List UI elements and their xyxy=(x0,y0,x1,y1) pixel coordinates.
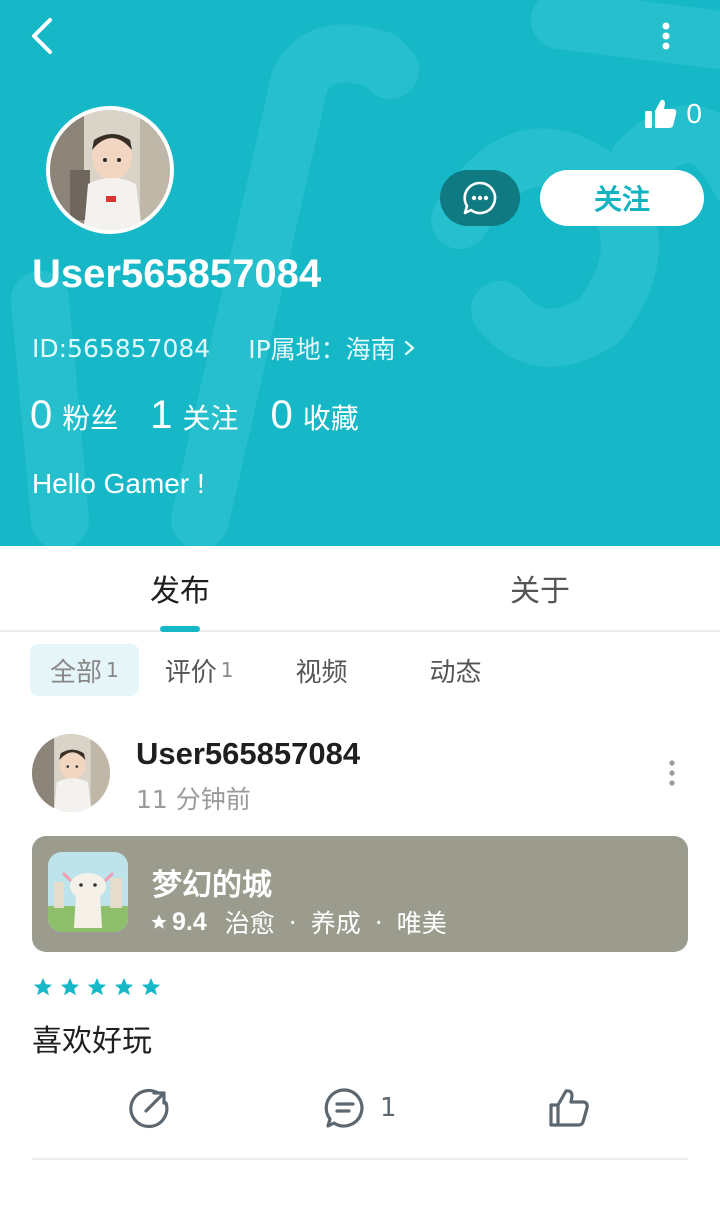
post-more-button[interactable] xyxy=(660,756,684,790)
stat-count: 0 xyxy=(30,393,53,437)
profile-meta: ID:565857084 IP属地： 海南 xyxy=(32,330,418,366)
game-icon xyxy=(48,852,128,932)
more-vertical-icon xyxy=(662,22,670,50)
star-icon xyxy=(114,977,134,996)
game-tag: 治愈 xyxy=(224,909,275,938)
post-avatar[interactable] xyxy=(32,734,110,812)
avatar[interactable] xyxy=(46,106,174,234)
message-button[interactable] xyxy=(440,170,520,226)
like-button[interactable] xyxy=(548,1080,590,1136)
profile-header: 0 关注 User565857084 ID:565857084 IP属地： 海南… xyxy=(0,0,720,546)
more-vertical-icon xyxy=(669,760,675,786)
stat-followers[interactable]: 0 粉丝 xyxy=(30,393,118,438)
game-meta: 9.4 治愈 · 养成 · 唯美 xyxy=(150,904,447,940)
avatar-image xyxy=(50,110,170,230)
thumbs-up-icon xyxy=(549,1089,589,1127)
back-button[interactable] xyxy=(24,14,64,58)
profile-like-count: 0 xyxy=(686,98,702,129)
ip-value: 海南 xyxy=(345,335,396,364)
star-icon xyxy=(141,977,161,996)
more-options-button[interactable] xyxy=(650,14,682,58)
game-title: 梦幻的城 xyxy=(152,868,272,903)
avatar-image xyxy=(32,734,110,812)
tag-separator: · xyxy=(288,907,297,937)
post-username[interactable]: User565857084 xyxy=(136,736,360,772)
ip-location-link[interactable]: IP属地： 海南 xyxy=(248,330,417,366)
post-actions: 1 xyxy=(0,1080,720,1136)
filter-moments[interactable]: 动态 xyxy=(410,644,502,696)
filter-all[interactable]: 全部 1 xyxy=(30,644,139,696)
filter-count: 1 xyxy=(106,658,119,682)
rating-stars xyxy=(32,976,162,998)
filter-count: 1 xyxy=(220,658,234,682)
post-divider xyxy=(32,1158,688,1160)
tab-bar: 发布 关于 xyxy=(0,546,720,632)
filter-label: 评价 xyxy=(164,657,217,688)
game-tag: 唯美 xyxy=(396,909,447,938)
chat-bubble-icon xyxy=(463,181,497,215)
star-icon xyxy=(60,977,80,996)
profile-like-button[interactable]: 0 xyxy=(644,94,702,134)
star-icon xyxy=(151,914,167,929)
profile-bio: Hello Gamer ! xyxy=(32,468,205,499)
filter-label: 动态 xyxy=(429,657,482,688)
profile-username: User565857084 xyxy=(32,252,322,296)
star-icon xyxy=(33,977,53,996)
tab-posts[interactable]: 发布 xyxy=(0,546,360,630)
game-card[interactable]: 梦幻的城 9.4 治愈 · 养成 · 唯美 xyxy=(32,836,688,952)
filter-label: 视频 xyxy=(295,657,348,688)
comment-count: 1 xyxy=(380,1093,397,1123)
tag-separator: · xyxy=(374,907,383,937)
tab-active-indicator xyxy=(160,626,200,632)
filter-reviews[interactable]: 评价 1 xyxy=(145,644,254,696)
stat-count: 0 xyxy=(270,393,293,437)
post-timestamp: 11 分钟前 xyxy=(136,785,251,814)
filter-videos[interactable]: 视频 xyxy=(276,644,368,696)
stat-count: 1 xyxy=(150,393,173,437)
filter-label: 全部 xyxy=(50,657,103,688)
share-icon xyxy=(129,1088,169,1129)
stat-favorites[interactable]: 0 收藏 xyxy=(271,393,359,438)
stat-following[interactable]: 1 关注 xyxy=(150,393,238,438)
back-arrow-icon xyxy=(32,18,52,54)
game-cover-image xyxy=(48,852,128,932)
comment-button[interactable]: 1 xyxy=(324,1080,397,1136)
chevron-right-icon xyxy=(404,340,414,356)
stat-label: 关注 xyxy=(182,402,239,435)
profile-stats: 0 粉丝 1 关注 0 收藏 xyxy=(30,393,391,438)
user-id: ID:565857084 xyxy=(32,333,211,363)
ip-label: IP属地： xyxy=(248,335,346,364)
stat-label: 粉丝 xyxy=(62,402,119,435)
star-icon xyxy=(87,977,107,996)
share-button[interactable] xyxy=(128,1080,170,1136)
game-score: 9.4 xyxy=(172,907,207,936)
follow-button[interactable]: 关注 xyxy=(540,170,704,226)
tab-about[interactable]: 关于 xyxy=(360,546,720,630)
comment-icon xyxy=(324,1088,364,1128)
review-text: 喜欢好玩 xyxy=(32,1024,152,1059)
stat-label: 收藏 xyxy=(302,402,359,435)
thumbs-up-icon xyxy=(645,99,677,128)
game-tag: 养成 xyxy=(310,909,361,938)
filter-chips: 全部 1 评价 1 视频 动态 xyxy=(30,644,508,698)
